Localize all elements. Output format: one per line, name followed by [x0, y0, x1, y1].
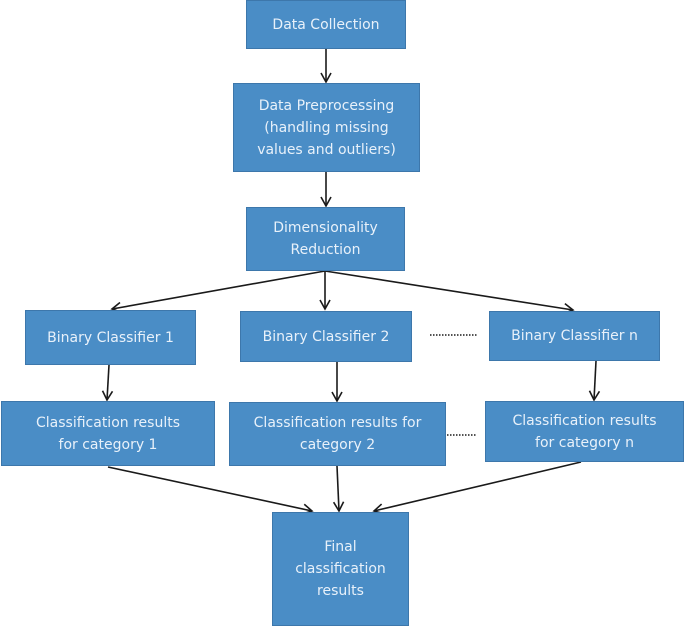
node-results-category-2: Classification results for category 2	[229, 402, 446, 466]
node-results-category-n: Classification results for category n	[485, 401, 684, 462]
node-label: Binary Classifier n	[511, 328, 638, 344]
node-label: Binary Classifier 2	[262, 328, 390, 345]
arrow-results-n-to-final	[372, 461, 582, 515]
arrow-classifier-n-to-results-n	[588, 360, 601, 402]
node-binary-classifier-n: Binary Classifier n	[489, 311, 660, 361]
node-data-preprocessing: Data Preprocessing (handling missing val…	[233, 83, 420, 172]
node-label: Dimensionality Reduction	[273, 220, 378, 258]
node-results-category-1: Classification results for category 1	[1, 401, 215, 466]
arrow-results-1-to-final	[107, 466, 314, 515]
node-label: Data Preprocessing (handling missing val…	[257, 97, 396, 158]
node-label: Classification results for category n	[512, 412, 657, 451]
node-binary-classifier-2: Binary Classifier 2	[240, 311, 412, 362]
node-label: Classification results for category 1	[36, 414, 180, 453]
node-final-results: Final classification results	[272, 512, 409, 626]
flowchart-diagram: Data Collection Data Preprocessing (hand…	[0, 0, 685, 627]
arrow-classifier-1-to-results-1	[101, 364, 114, 402]
node-dimensionality-reduction: Dimensionality Reduction	[246, 207, 405, 271]
node-data-collection: Data Collection	[246, 0, 406, 49]
arrow-reduction-to-classifier-1	[110, 270, 326, 314]
node-label: Binary Classifier 1	[47, 329, 174, 346]
node-label: Final classification results	[295, 539, 386, 599]
node-label: Classification results for category 2	[253, 415, 422, 453]
node-binary-classifier-1: Binary Classifier 1	[25, 310, 196, 365]
arrow-reduction-to-classifier-n	[324, 270, 575, 315]
node-label: Data Collection	[272, 16, 380, 33]
arrow-results-2-to-final	[332, 465, 345, 513]
